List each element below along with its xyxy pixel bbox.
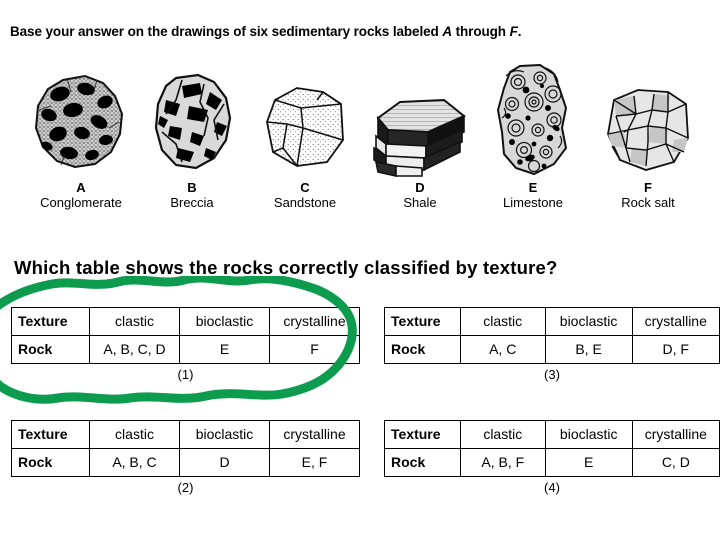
answer-caption-1: (1): [177, 367, 194, 382]
rock-letter-d: D: [415, 180, 425, 195]
rock-name-a: Conglomerate: [40, 195, 122, 210]
answer-option-1[interactable]: Texture clastic bioclastic crystalline R…: [11, 307, 360, 382]
table-row: Rock A, B, C, D E F: [11, 335, 360, 364]
rock-cell-clastic: A, C: [459, 335, 546, 364]
question-text: Which table shows the rocks correctly cl…: [14, 257, 558, 278]
row-label-rock: Rock: [384, 335, 461, 364]
table-row: Rock A, C B, E D, F: [384, 335, 720, 364]
rock-cell-bioclastic: E: [544, 448, 633, 477]
row-label-texture: Texture: [11, 420, 90, 449]
page-title: Base your answer on the drawings of six …: [10, 24, 521, 39]
rock-name-e: Limestone: [503, 195, 563, 210]
rock-item-a: A Conglomerate: [23, 66, 139, 221]
answer-caption-4: (4): [544, 480, 560, 495]
rock-cell-bioclastic: B, E: [544, 335, 633, 364]
breccia-rock-icon: [134, 66, 250, 178]
rock-drawings-figure: A Conglomerate B Breccia C Sandstone D S…: [0, 63, 720, 221]
rock-cell-bioclastic: E: [179, 335, 270, 364]
rock-cell-clastic: A, B, C, D: [89, 335, 180, 364]
rock-name-b: Breccia: [170, 195, 214, 210]
rock-letter-b: B: [187, 180, 197, 195]
rock-cell-clastic: A, B, C: [89, 448, 180, 477]
answer-option-3[interactable]: Texture clastic bioclastic crystalline R…: [384, 307, 720, 382]
answer-table-2[interactable]: Texture clastic bioclastic crystalline R…: [11, 420, 360, 477]
table-row: Texture clastic bioclastic crystalline: [384, 420, 720, 449]
row-label-rock: Rock: [11, 448, 90, 477]
rock-letter-c: C: [300, 180, 310, 195]
rock-name-d: Shale: [403, 195, 437, 210]
texture-cell-bioclastic: bioclastic: [544, 420, 633, 449]
texture-cell-clastic: clastic: [459, 420, 546, 449]
rock-letter-e: E: [528, 180, 538, 195]
texture-cell-crystalline: crystalline: [631, 307, 720, 336]
answer-caption-2: (2): [177, 480, 194, 495]
row-label-texture: Texture: [11, 307, 90, 336]
row-label-rock: Rock: [384, 448, 461, 477]
rock-item-f: F Rock salt: [590, 66, 706, 221]
conglomerate-rock-icon: [23, 66, 139, 178]
rock-letter-f: F: [644, 180, 652, 195]
answer-table-4[interactable]: Texture clastic bioclastic crystalline R…: [384, 420, 720, 477]
heading-text-before: Base your answer on the drawings of six …: [10, 24, 443, 39]
texture-cell-clastic: clastic: [89, 307, 180, 336]
table-row: Texture clastic bioclastic crystalline: [11, 420, 360, 449]
row-label-texture: Texture: [384, 420, 461, 449]
rock-item-e: E Limestone: [475, 63, 591, 221]
rock-item-b: B Breccia: [134, 66, 250, 221]
rock-cell-crystalline: F: [269, 335, 360, 364]
texture-cell-clastic: clastic: [89, 420, 180, 449]
answer-option-4[interactable]: Texture clastic bioclastic crystalline R…: [384, 420, 720, 495]
texture-cell-bioclastic: bioclastic: [179, 307, 270, 336]
rock-salt-icon: [590, 66, 706, 178]
rock-cell-crystalline: E, F: [269, 448, 360, 477]
rock-letter-a: A: [76, 180, 86, 195]
table-row: Rock A, B, C D E, F: [11, 448, 360, 477]
rock-cell-clastic: A, B, F: [459, 448, 546, 477]
rock-cell-crystalline: C, D: [631, 448, 720, 477]
table-row: Rock A, B, F E C, D: [384, 448, 720, 477]
limestone-rock-icon: [475, 63, 591, 178]
row-label-texture: Texture: [384, 307, 461, 336]
rock-cell-bioclastic: D: [179, 448, 270, 477]
texture-cell-bioclastic: bioclastic: [179, 420, 270, 449]
heading-letter-first: A: [442, 24, 452, 39]
rock-name-f: Rock salt: [621, 195, 675, 210]
row-label-rock: Rock: [11, 335, 90, 364]
table-row: Texture clastic bioclastic crystalline: [384, 307, 720, 336]
answer-table-3[interactable]: Texture clastic bioclastic crystalline R…: [384, 307, 720, 364]
answer-table-1[interactable]: Texture clastic bioclastic crystalline R…: [11, 307, 360, 364]
rock-item-d: D Shale: [362, 66, 478, 221]
texture-cell-bioclastic: bioclastic: [544, 307, 633, 336]
shale-rock-icon: [362, 66, 478, 178]
texture-cell-crystalline: crystalline: [269, 420, 360, 449]
sandstone-rock-icon: [247, 66, 363, 178]
rock-item-c: C Sandstone: [247, 66, 363, 221]
table-row: Texture clastic bioclastic crystalline: [11, 307, 360, 336]
texture-cell-clastic: clastic: [459, 307, 546, 336]
answer-option-2[interactable]: Texture clastic bioclastic crystalline R…: [11, 420, 360, 495]
heading-text-middle: through: [451, 24, 510, 39]
texture-cell-crystalline: crystalline: [269, 307, 360, 336]
answer-caption-3: (3): [544, 367, 560, 382]
rock-cell-crystalline: D, F: [631, 335, 720, 364]
heading-letter-last: F: [509, 24, 518, 39]
texture-cell-crystalline: crystalline: [631, 420, 720, 449]
rock-name-c: Sandstone: [273, 195, 337, 210]
heading-text-after: .: [517, 24, 522, 39]
